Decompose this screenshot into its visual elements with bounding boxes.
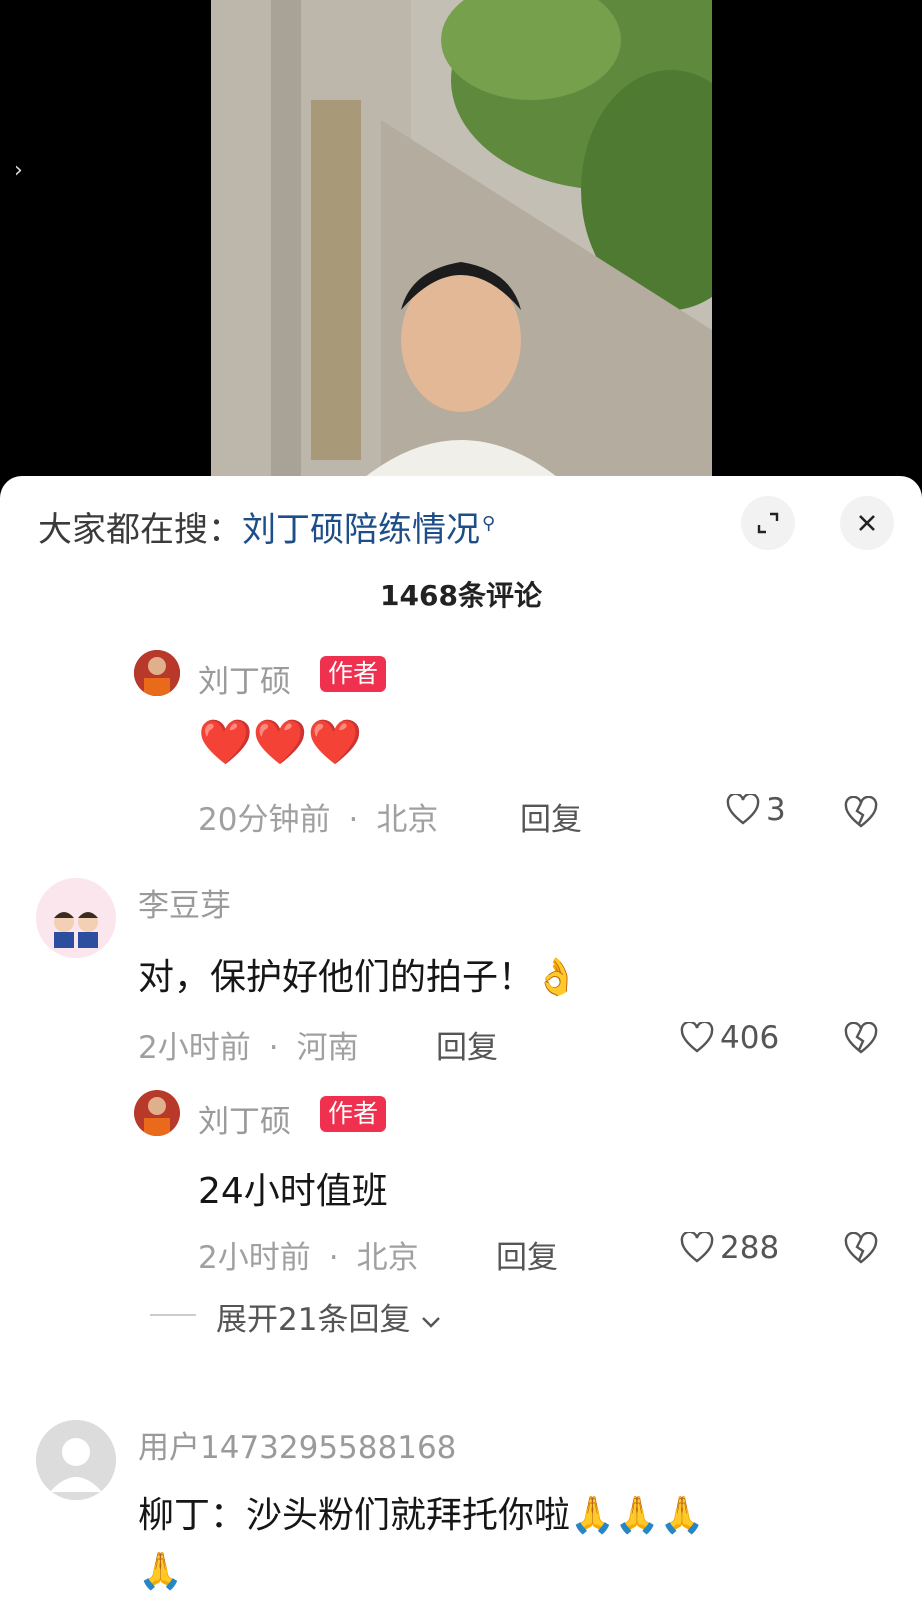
avatar[interactable] <box>134 650 180 696</box>
chevron-down-icon <box>422 1317 441 1328</box>
comment-time: 20分钟前 <box>198 802 331 838</box>
chevron-right-icon[interactable]: › <box>14 160 23 182</box>
broken-heart-icon[interactable] <box>844 1022 878 1056</box>
author-badge: 作者 <box>320 1096 387 1132</box>
heart-icon <box>680 1232 714 1263</box>
username[interactable]: 刘丁硕 <box>198 656 291 701</box>
comment-time: 2小时前 <box>138 1030 251 1066</box>
close-icon <box>859 515 875 531</box>
expand-replies-label: 展开21条回复 <box>216 1302 411 1338</box>
comment-text: ❤️❤️❤️ <box>198 717 363 768</box>
expand-icon <box>757 512 779 534</box>
reply-button[interactable]: 回复 <box>520 794 582 839</box>
comment-location: 河南 <box>296 1030 359 1066</box>
avatar[interactable] <box>36 1420 116 1500</box>
divider <box>150 1314 196 1316</box>
broken-heart-icon[interactable] <box>844 1232 878 1266</box>
expand-button[interactable] <box>741 496 795 550</box>
heart-icon <box>726 794 760 825</box>
like-count: 3 <box>766 792 786 828</box>
like-count: 406 <box>720 1020 780 1056</box>
comment-text: 24小时值班 <box>198 1171 388 1212</box>
heart-icon <box>680 1022 714 1053</box>
avatar[interactable] <box>36 878 116 958</box>
expand-replies-button[interactable]: 展开21条回复 <box>216 1294 442 1339</box>
comment-text-continued: 🙏 <box>138 1551 183 1592</box>
search-term-link[interactable]: 刘丁硕陪练情况 <box>242 510 480 550</box>
comment-meta: 2小时前 · 北京 <box>198 1240 419 1276</box>
avatar[interactable] <box>134 1090 180 1136</box>
search-suggestion[interactable]: 大家都在搜：刘丁硕陪练情况 ⚲ <box>38 502 495 551</box>
video-scene <box>211 0 712 480</box>
comment-time: 2小时前 <box>198 1240 311 1276</box>
comment-sheet: 大家都在搜：刘丁硕陪练情况 ⚲ 1468条评论 刘丁硕 作者 ❤️❤️❤️ 20分… <box>0 476 922 1613</box>
search-prefix: 大家都在搜： <box>38 510 242 550</box>
comment-location: 北京 <box>356 1240 419 1276</box>
video-frame <box>211 0 712 480</box>
username[interactable]: 李豆芽 <box>138 880 231 925</box>
like-button[interactable]: 3 <box>726 792 786 828</box>
comment-count: 1468条评论 <box>380 579 542 612</box>
comment-meta: 2小时前 · 河南 <box>138 1030 359 1066</box>
video-player[interactable]: › <box>0 0 922 480</box>
reply-button[interactable]: 回复 <box>496 1232 558 1277</box>
comment-meta: 20分钟前 · 北京 <box>198 802 439 838</box>
reply-button[interactable]: 回复 <box>436 1022 498 1067</box>
comment-text: 对，保护好他们的拍子！👌 <box>138 957 579 998</box>
comment-text: 柳丁：沙头粉们就拜托你啦🙏🙏🙏 <box>138 1495 705 1536</box>
close-button[interactable] <box>840 496 894 550</box>
like-count: 288 <box>720 1230 780 1266</box>
like-button[interactable]: 406 <box>680 1020 779 1056</box>
author-badge: 作者 <box>320 656 387 692</box>
username[interactable]: 刘丁硕 <box>198 1096 291 1141</box>
broken-heart-icon[interactable] <box>844 796 878 830</box>
like-button[interactable]: 288 <box>680 1230 779 1266</box>
search-icon: ⚲ <box>482 512 496 534</box>
username[interactable]: 用户1473295588168 <box>138 1422 456 1467</box>
comment-location: 北京 <box>376 802 439 838</box>
